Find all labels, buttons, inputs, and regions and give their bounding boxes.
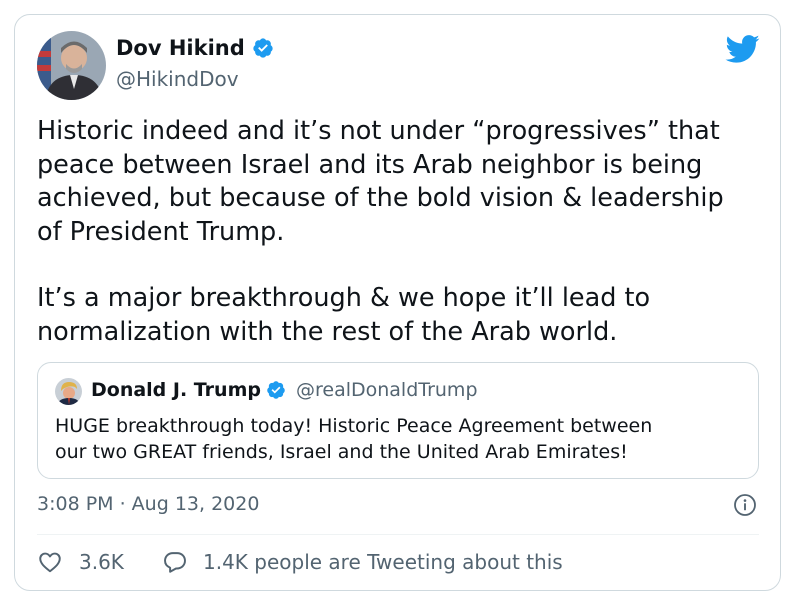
quoted-author-avatar[interactable] <box>55 378 82 405</box>
quoted-author-row[interactable]: Donald J. Trump @realDonaldTrump <box>91 379 478 401</box>
quoted-tweet[interactable]: Donald J. Trump @realDonaldTrump HUGE br… <box>37 362 759 479</box>
tweet-timestamp[interactable]: 3:08 PM · Aug 13, 2020 <box>37 493 259 515</box>
author-avatar[interactable] <box>37 31 106 100</box>
author-name[interactable]: Dov Hikind <box>116 36 245 60</box>
verified-badge-icon <box>266 380 286 400</box>
quoted-tweet-text: HUGE breakthrough today! Historic Peace … <box>55 415 653 463</box>
verified-badge-icon <box>252 37 274 59</box>
author-name-row[interactable]: Dov Hikind <box>116 36 274 60</box>
author-handle[interactable]: @HikindDov <box>116 67 239 91</box>
info-icon[interactable] <box>733 493 757 517</box>
quoted-author-name[interactable]: Donald J. Trump <box>91 379 261 401</box>
conversation-link[interactable]: 1.4K people are Tweeting about this <box>203 550 563 574</box>
heart-icon[interactable] <box>37 549 63 575</box>
tweet-paragraph: Historic indeed and it’s not under “prog… <box>37 116 724 247</box>
twitter-bird-icon[interactable] <box>724 34 760 64</box>
divider <box>37 534 759 535</box>
tweet-paragraph: It’s a major breakthrough & we hope it’l… <box>37 283 651 347</box>
tweet-text: Historic indeed and it’s not under “prog… <box>37 115 767 349</box>
like-count[interactable]: 3.6K <box>79 550 124 574</box>
speech-bubble-icon[interactable] <box>162 549 188 575</box>
quoted-author-handle[interactable]: @realDonaldTrump <box>296 379 478 401</box>
